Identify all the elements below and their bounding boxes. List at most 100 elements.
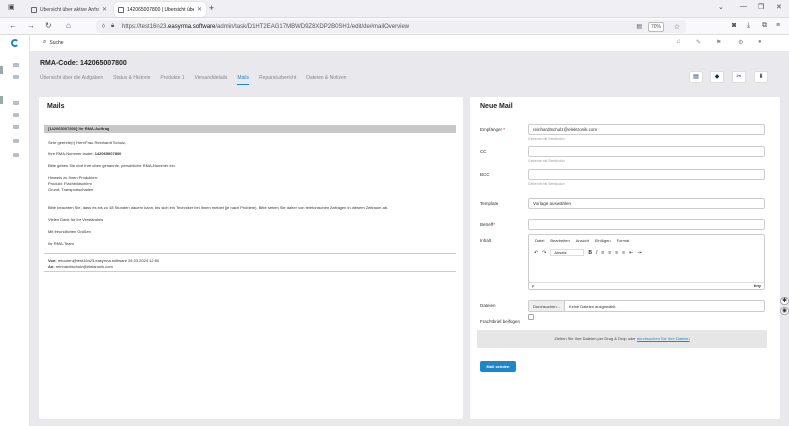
app-logo-icon[interactable] <box>11 39 19 47</box>
pocket-icon[interactable]: ◙ <box>732 22 736 29</box>
sidebar-item-tasks[interactable] <box>13 63 19 67</box>
new-tab-button[interactable]: + <box>209 3 214 13</box>
tab-files-notes[interactable]: Dateien & Notizen <box>306 75 346 85</box>
browser-tab-2[interactable]: 142065007800 | Übersicht über … ✕ <box>114 2 206 17</box>
tools-button[interactable]: ✂ <box>732 71 746 83</box>
italic-icon[interactable]: I <box>596 250 597 256</box>
tab-products[interactable]: Produkte 1 <box>160 75 184 85</box>
extensions-icon[interactable]: ⧉ <box>762 22 767 30</box>
tool-icon[interactable]: ✎ <box>696 39 701 46</box>
url-bar[interactable]: ◊ 🔒︎ https://test16n23. easyrma.software /… <box>96 20 686 33</box>
close-icon[interactable]: ✕ <box>197 6 202 13</box>
forward-icon[interactable]: → <box>27 21 35 30</box>
sidebar-item-stats[interactable] <box>13 101 19 105</box>
page-title: RMA-Code: 142065007800 <box>40 60 127 67</box>
align-center-icon[interactable]: ≡ <box>608 250 611 256</box>
zoom-level[interactable]: 70% <box>647 22 664 32</box>
search-placeholder: Suche <box>49 39 64 46</box>
tab-list-icon[interactable]: ▣ <box>8 3 15 11</box>
mail-subject[interactable]: [142065007800] Ihr RMA-Auftrag <box>44 125 456 133</box>
template-label: Template <box>480 201 499 206</box>
chat-widget-icon[interactable]: ◉ <box>780 307 789 315</box>
reload-icon[interactable]: ↻ <box>45 21 52 30</box>
window-edge-handle[interactable] <box>0 66 3 74</box>
files-label: Dateien <box>480 303 496 308</box>
close-window-icon[interactable]: ✕ <box>776 3 782 11</box>
bell-icon[interactable]: ♫ <box>676 39 681 45</box>
download-icon[interactable]: ⤓ <box>747 22 750 30</box>
send-mail-button[interactable]: Mail senden <box>480 361 516 372</box>
mail-from-value: retouren@test16n23.easyrma.software 26.0… <box>57 258 160 263</box>
app-topbar: ⌕ Suche ♫ ✎ ⚑ ⚙ ● <box>30 35 789 51</box>
format-select[interactable]: Absatz <box>550 249 585 256</box>
sidebar-item-transfer[interactable] <box>13 75 19 79</box>
tab-status-history[interactable]: Status & Historie <box>113 75 150 85</box>
sidebar-item-list[interactable] <box>13 139 19 143</box>
tab-overview[interactable]: Übersicht über die Aufgaben <box>40 75 103 85</box>
maximize-icon[interactable]: ❐ <box>758 3 764 11</box>
bold-icon[interactable]: B <box>588 250 592 256</box>
search-input[interactable]: ⌕ Suche <box>40 37 120 48</box>
file-input[interactable]: Durchsuchen... Keine Dateien ausgewählt. <box>528 300 765 312</box>
align-left-icon[interactable]: ≡ <box>601 250 604 256</box>
browse-button[interactable]: Durchsuchen... <box>529 301 565 311</box>
tab-favicon-icon <box>31 6 37 13</box>
app-sidebar <box>0 35 30 426</box>
rich-text-editor[interactable]: Datei Bearbeiten Ansicht Einfügen Format… <box>528 234 765 290</box>
align-justify-icon[interactable]: ≡ <box>622 250 625 256</box>
recipient-label-text: Empfänger <box>480 127 503 132</box>
chevron-down-icon[interactable]: ⌄ <box>718 3 724 11</box>
settings-icon[interactable]: ⚙ <box>738 39 743 46</box>
mail-note: Bitte geben Sie dort Ihre oben genannte,… <box>48 163 176 168</box>
editor-menu-file[interactable]: Datei <box>535 238 544 243</box>
editor-menu-view[interactable]: Ansicht <box>576 238 589 243</box>
flag-icon[interactable]: ⚑ <box>716 39 721 46</box>
align-right-icon[interactable]: ≡ <box>615 250 618 256</box>
outdent-icon[interactable]: ⇤ <box>629 250 633 256</box>
mail-to: An: reinhardtschulz@elektronik.com <box>48 264 113 269</box>
tab-shipping[interactable]: Versanddetails <box>195 75 228 85</box>
recipient-field[interactable]: reinhardtschulz@elektronik.com <box>528 124 765 135</box>
recipient-hint: Getrennt mit Semikolon <box>528 137 565 141</box>
menu-icon[interactable]: ≡ <box>776 22 780 29</box>
tab-favicon-icon <box>118 6 124 13</box>
tab-mails[interactable]: Mails <box>237 75 250 85</box>
bookmark-star-icon[interactable]: ☆ <box>674 23 680 31</box>
mail-from-label: Von: <box>48 258 57 263</box>
mail-from: Von: retouren@test16n23.easyrma.software… <box>48 258 159 263</box>
drop-browse-link[interactable]: durchsuchen Sie Ihre Dateien <box>637 336 690 341</box>
tab-title: 142065007800 | Übersicht über … <box>127 6 194 13</box>
editor-menu-insert[interactable]: Einfügen <box>595 238 611 243</box>
tab-repair-report[interactable]: Reparaturbericht <box>259 75 296 85</box>
browser-tab-1[interactable]: Übersicht über aktive Anfragen ✕ <box>27 2 111 17</box>
waybill-checkbox[interactable] <box>528 314 534 320</box>
export-button[interactable]: ⬇ <box>754 71 768 83</box>
sidebar-item-box[interactable] <box>13 125 19 129</box>
help-widget-icon[interactable]: ✱ <box>780 297 789 305</box>
print-button[interactable]: ▤ <box>689 71 703 83</box>
editor-menu-edit[interactable]: Bearbeiten <box>550 238 569 243</box>
sidebar-item-chat[interactable] <box>13 153 19 157</box>
home-icon[interactable]: ⌂ <box>66 21 71 30</box>
bcc-field[interactable] <box>528 169 765 180</box>
sidebar-item-print[interactable] <box>13 113 19 117</box>
editor-menu-format[interactable]: Format <box>617 238 630 243</box>
subject-field[interactable] <box>528 219 765 230</box>
mail-regards: Mit freundlichen Grüßen <box>48 229 91 234</box>
template-select[interactable]: Vorlage auswählen <box>528 198 765 209</box>
back-icon[interactable]: ← <box>9 21 17 30</box>
cc-field[interactable] <box>528 146 765 157</box>
cc-label: CC <box>480 149 487 154</box>
user-icon[interactable]: ● <box>758 39 762 45</box>
minimize-icon[interactable]: — <box>740 3 747 10</box>
undo-icon[interactable]: ↶ <box>534 250 538 256</box>
indent-icon[interactable]: ⇥ <box>637 250 641 256</box>
mails-heading: Mails <box>47 103 65 110</box>
download-box-icon: ⬇ <box>758 74 764 80</box>
reader-icon[interactable]: ▤ <box>636 23 642 30</box>
shipping-label-button[interactable]: ◆ <box>710 71 724 83</box>
redo-icon[interactable]: ↷ <box>542 250 546 256</box>
window-edge-handle[interactable] <box>0 96 3 104</box>
close-icon[interactable]: ✕ <box>102 6 107 13</box>
file-dropzone[interactable]: Ziehen Sie Ihre Dateien per Drag & Drop … <box>477 330 767 348</box>
